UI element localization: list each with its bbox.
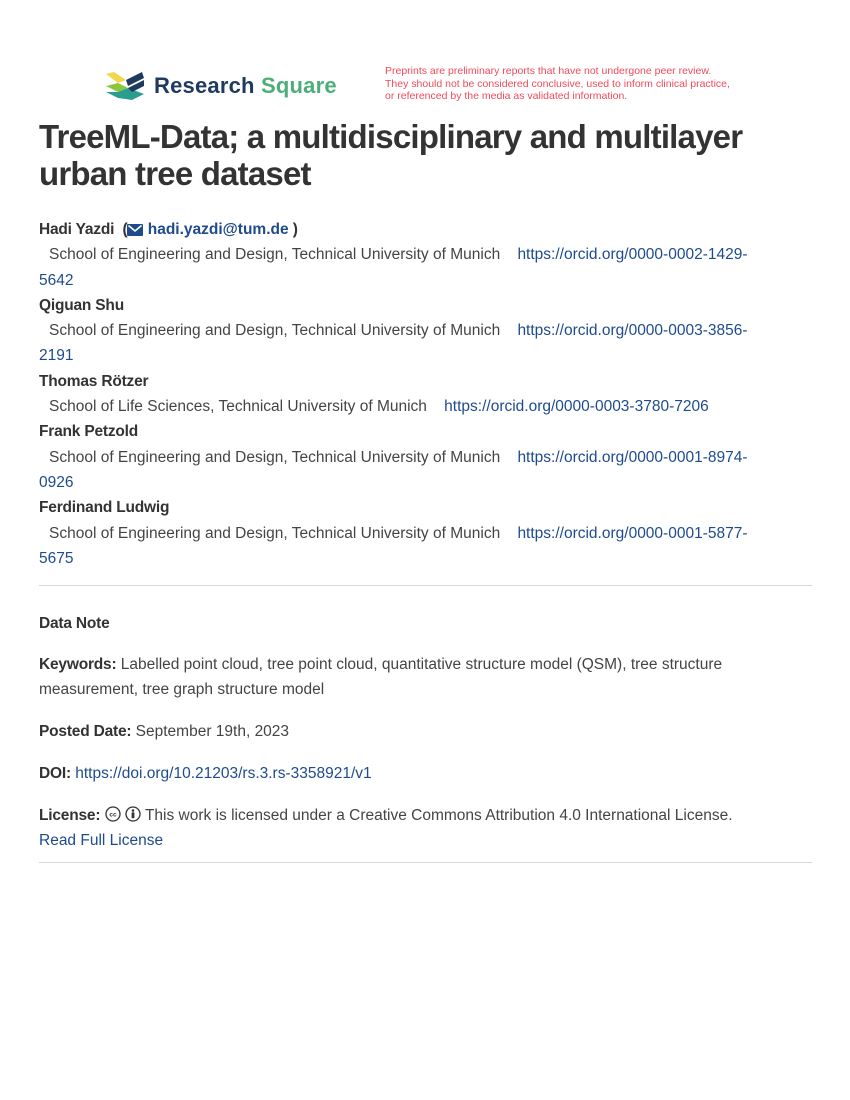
doi: DOI: https://doi.org/10.21203/rs.3.rs-33… (39, 761, 814, 786)
notice-line: They should not be considered conclusive… (385, 77, 730, 90)
license: License: cc This work is licensed under … (39, 803, 814, 853)
divider (39, 585, 812, 586)
email-text: hadi.yazdi@tum.de (147, 221, 289, 238)
keywords: Keywords: Labelled point cloud, tree poi… (39, 652, 814, 702)
preprint-notice: Preprints are preliminary reports that h… (385, 65, 785, 103)
author-name: Thomas Rötzer (39, 372, 149, 390)
svg-text:cc: cc (109, 812, 117, 819)
author-list: Hadi Yazdi ( hadi.yazdi@tum.de ) School … (39, 217, 814, 571)
posted-date: Posted Date: September 19th, 2023 (39, 719, 814, 744)
orcid-link-continued[interactable]: 2191 (39, 347, 73, 364)
license-text: This work is licensed under a Creative C… (144, 807, 733, 824)
keywords-text: Labelled point cloud, tree point cloud, … (39, 656, 723, 698)
orcid-link-continued[interactable]: 5642 (39, 272, 73, 289)
orcid-link[interactable]: https://orcid.org/0000-0001-8974- (517, 449, 747, 466)
author-name: Qiguan Shu (39, 296, 124, 314)
research-square-logo-icon (106, 72, 144, 100)
orcid-link[interactable]: https://orcid.org/0000-0003-3856- (517, 322, 747, 339)
orcid-link-continued[interactable]: 5675 (39, 550, 73, 567)
author-email-link[interactable]: hadi.yazdi@tum.de (127, 221, 289, 238)
posted-date-label: Posted Date: (39, 723, 132, 740)
read-full-license-link[interactable]: Read Full License (39, 832, 163, 849)
orcid-link[interactable]: https://orcid.org/0000-0003-3780-7206 (444, 398, 709, 415)
author-name: Frank Petzold (39, 423, 139, 441)
author-name: Hadi Yazdi (39, 221, 115, 238)
author-name: Ferdinand Ludwig (39, 499, 170, 517)
author-affiliation: School of Engineering and Design, Techni… (49, 246, 501, 264)
author-affiliation: School of Engineering and Design, Techni… (49, 322, 501, 340)
creative-commons-icon: cc (104, 806, 121, 822)
doi-label: DOI: (39, 765, 71, 782)
author-entry: Frank Petzold School of Engineering and … (39, 419, 814, 495)
orcid-link[interactable]: https://orcid.org/0000-0002-1429- (517, 246, 747, 263)
notice-line: or referenced by the media as validated … (385, 90, 628, 102)
attribution-icon (125, 806, 141, 822)
author-entry: Thomas Rötzer School of Life Sciences, T… (39, 369, 814, 420)
keywords-label: Keywords: (39, 656, 117, 673)
orcid-link[interactable]: https://orcid.org/0000-0001-5877- (517, 525, 747, 542)
article-type-text: Data Note (39, 615, 110, 632)
header: Research Square Preprints are preliminar… (104, 65, 804, 108)
divider (39, 862, 812, 863)
research-square-logo[interactable]: Research Square (104, 70, 337, 102)
license-label: License: (39, 807, 101, 824)
article-type: Data Note (39, 611, 814, 636)
author-affiliation: School of Engineering and Design, Techni… (49, 448, 501, 466)
author-affiliation: School of Life Sciences, Technical Unive… (49, 398, 427, 416)
notice-line: Preprints are preliminary reports that h… (385, 65, 712, 77)
paper-title: TreeML-Data; a multidisciplinary and mul… (39, 118, 819, 192)
author-entry: Ferdinand Ludwig School of Engineering a… (39, 495, 814, 571)
author-affiliation: School of Engineering and Design, Techni… (49, 524, 501, 542)
title-line: urban tree dataset (39, 155, 312, 192)
orcid-link-continued[interactable]: 0926 (39, 474, 73, 491)
logo-text-research: Research (154, 73, 255, 98)
doi-link[interactable]: https://doi.org/10.21203/rs.3.rs-3358921… (75, 765, 371, 782)
posted-date-value: September 19th, 2023 (135, 723, 290, 740)
author-entry: Qiguan Shu School of Engineering and Des… (39, 293, 814, 369)
author-entry: Hadi Yazdi ( hadi.yazdi@tum.de ) School … (39, 221, 748, 289)
envelope-icon (127, 224, 144, 236)
title-line: TreeML-Data; a multidisciplinary and mul… (39, 118, 743, 155)
logo-text-square: Square (260, 73, 337, 98)
